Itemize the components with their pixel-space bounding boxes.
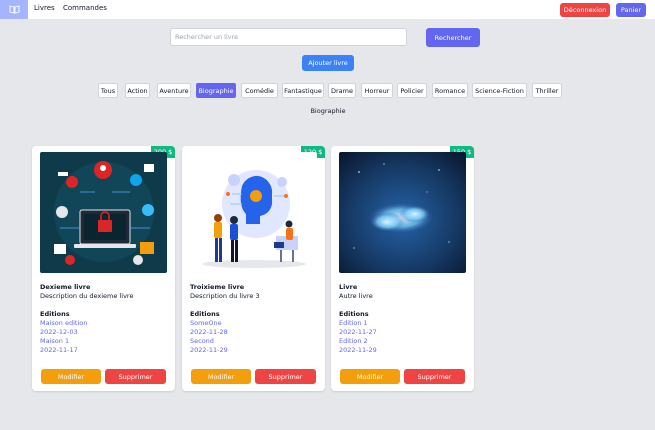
nav-link-books[interactable]: Livres [34,4,55,12]
editions-heading: Editions [40,310,70,318]
edition-date: 2022-11-27 [339,328,377,336]
book-description: Description du livre 3 [190,292,260,300]
category-fantastique[interactable]: Fantastique [282,83,324,98]
category-romance[interactable]: Romance [432,83,468,98]
book-description: Autre livre [339,292,373,300]
book-icon[interactable] [0,0,28,19]
logout-button[interactable]: Déconnexion [560,3,610,17]
book-card: 150 $ [331,146,474,391]
category-tous[interactable]: Tous [98,83,118,98]
delete-button[interactable]: Supprimer [255,369,316,384]
modify-button[interactable]: Modifier [340,369,400,384]
edition-date: 2022-11-29 [190,346,228,354]
category-thriller[interactable]: Thriller [532,83,562,98]
modify-button[interactable]: Modifier [191,369,251,384]
add-book-button[interactable]: Ajouter livre [302,55,354,71]
nav-link-orders[interactable]: Commandes [63,4,107,12]
search-button[interactable]: Rechercher [426,28,480,47]
category-comedie[interactable]: Comédie [241,83,278,98]
edition-name: Maison edition [40,319,88,327]
edition-date: 2022-11-29 [339,346,377,354]
edition-name: SomeOne [190,319,222,327]
navbar: Livres Commandes Déconnexion Panier [0,0,655,19]
book-title: Troixieme livre [190,283,245,291]
book-card: 120 $ Troixiem [182,146,325,391]
category-aventure[interactable]: Aventure [157,83,191,98]
edition-date: 2022-12-03 [40,328,78,336]
edition-date: 2022-11-17 [40,346,78,354]
selected-category-label: Biographie [310,107,346,115]
category-science-fiction[interactable]: Science-Fiction [472,83,527,98]
cart-button[interactable]: Panier [616,3,646,17]
category-action[interactable]: Action [125,83,150,98]
category-biographie[interactable]: Biographie [196,83,236,98]
book-title: Livre [339,283,358,291]
category-drame[interactable]: Drame [328,83,356,98]
edition-name: Edition 2 [339,337,368,345]
edition-date: 2022-11-28 [190,328,228,336]
book-card: 200 $ Dexieme livre Description du dexie… [32,146,175,391]
search-input[interactable] [170,28,407,46]
edition-name: Maison 1 [40,337,70,345]
book-description: Description du dexieme livre [40,292,134,300]
category-horreur[interactable]: Horreur [361,83,393,98]
edition-name: Edition 1 [339,319,368,327]
modify-button[interactable]: Modifier [41,369,101,384]
delete-button[interactable]: Supprimer [404,369,465,384]
book-cover-image [339,152,466,273]
book-cover-image [40,152,167,273]
editions-heading: Editions [190,310,220,318]
delete-button[interactable]: Supprimer [105,369,166,384]
category-policier[interactable]: Policier [397,83,427,98]
book-title: Dexieme livre [40,283,91,291]
editions-heading: Editions [339,310,369,318]
edition-name: Second [190,337,214,345]
book-cover-image [190,152,317,273]
